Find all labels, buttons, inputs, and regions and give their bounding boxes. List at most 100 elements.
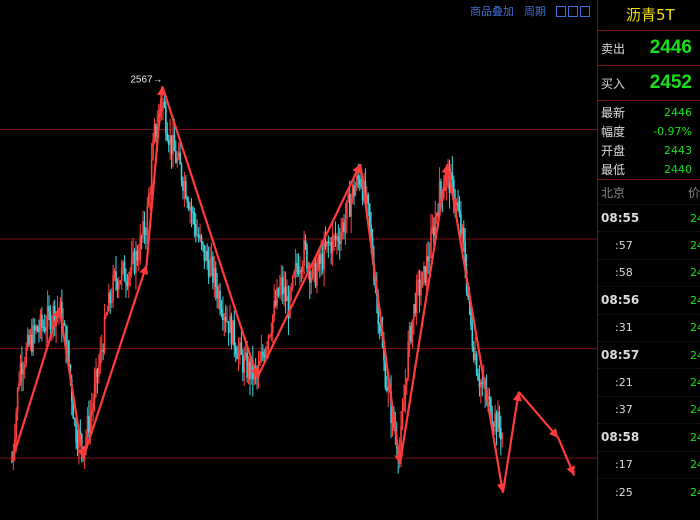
candle-body xyxy=(431,227,434,231)
candle-body xyxy=(172,134,174,155)
stat-value: 2443 xyxy=(664,144,692,157)
candle-body xyxy=(143,221,146,234)
candle-body xyxy=(367,194,370,205)
candle-body xyxy=(185,181,187,199)
tick-time: :31 xyxy=(615,321,633,335)
candle-body xyxy=(488,396,491,399)
stat-value: 2440 xyxy=(664,163,692,176)
candle-body xyxy=(110,300,113,303)
candle-body xyxy=(327,241,330,244)
candle-body xyxy=(338,241,341,244)
candle-body xyxy=(139,236,142,260)
instrument-title: 沥青5T xyxy=(598,0,700,31)
zigzag-segment xyxy=(517,391,560,439)
sell-price[interactable]: 2446 xyxy=(650,37,692,59)
candle-body xyxy=(348,194,351,217)
candle-body xyxy=(334,235,337,240)
tick-price: 24 xyxy=(690,211,700,225)
candle-body xyxy=(353,185,355,196)
candle-body xyxy=(314,263,317,286)
candle-body xyxy=(428,256,431,262)
candle-body xyxy=(43,327,46,332)
candle-body xyxy=(274,300,277,306)
candle-body xyxy=(49,310,52,330)
candle-body xyxy=(270,332,273,336)
price-column-header: 价 xyxy=(687,185,700,200)
candle-body xyxy=(411,319,414,342)
candle-body xyxy=(19,362,22,384)
candle-body xyxy=(425,256,428,283)
tick-price: 24 xyxy=(690,430,700,444)
zigzag-segment xyxy=(256,163,362,378)
tick-time: :58 xyxy=(615,266,633,280)
candle-body xyxy=(234,346,237,355)
candle-body xyxy=(261,351,264,355)
candle-body xyxy=(206,251,208,261)
candle-body xyxy=(242,354,244,373)
candle-body xyxy=(102,349,104,352)
candle-body xyxy=(354,186,357,196)
period-link[interactable]: 周期 xyxy=(524,3,546,19)
candle-body xyxy=(45,328,47,332)
stat-row: 幅度 -0.97% xyxy=(598,122,700,141)
candle-body xyxy=(99,350,102,366)
candle-body xyxy=(300,270,303,272)
candle-body xyxy=(145,233,147,235)
layout-three-icon[interactable] xyxy=(580,5,590,17)
candle-body xyxy=(294,262,297,272)
candle-body xyxy=(340,231,342,244)
candle-body xyxy=(108,292,110,312)
candle-body xyxy=(433,227,435,237)
price-chart[interactable]: 2567→ xyxy=(0,0,597,520)
buy-price[interactable]: 2452 xyxy=(650,72,692,94)
candle-body xyxy=(214,267,217,287)
candle-body xyxy=(146,206,149,235)
candle-body xyxy=(21,362,23,375)
tick-row: :25 24 xyxy=(598,477,700,505)
candle-body xyxy=(277,288,280,296)
candle-body xyxy=(219,290,221,310)
stats-block: 最新 2446 幅度 -0.97% 开盘 2443 最低 2440 xyxy=(598,101,700,180)
tick-price: 24 xyxy=(690,458,700,472)
zigzag-arrowhead xyxy=(139,265,149,275)
candle-body xyxy=(92,402,94,410)
candle-body xyxy=(311,268,314,278)
candle-body xyxy=(23,364,26,370)
candle-body xyxy=(152,140,154,160)
candle-body xyxy=(142,221,144,238)
tick-row: :58 24 xyxy=(598,258,700,286)
candle-body xyxy=(249,361,251,380)
candle-body xyxy=(321,253,324,270)
candle-body xyxy=(408,326,411,342)
candle-body xyxy=(90,409,93,416)
candle-body xyxy=(323,242,325,270)
candle-body xyxy=(236,354,238,359)
overlay-link[interactable]: 商品叠加 xyxy=(470,3,514,19)
candle-body xyxy=(187,202,190,210)
layout-one-icon[interactable] xyxy=(556,5,566,17)
tick-table-header: 北京 价 xyxy=(598,180,700,204)
candle-body xyxy=(33,325,36,331)
candle-body xyxy=(471,325,474,347)
candle-body xyxy=(301,265,304,272)
time-column-header: 北京 xyxy=(601,185,626,200)
sell-row: 卖出 2446 xyxy=(598,31,700,66)
stat-row: 开盘 2443 xyxy=(598,141,700,160)
zigzag-trend-line xyxy=(10,85,576,493)
candle-body xyxy=(293,271,295,277)
stat-value: 2446 xyxy=(664,106,692,119)
tick-table[interactable]: 08:55 24:57 24:58 24 08:56 24:31 24 08:57 24:21 2… xyxy=(598,204,700,505)
layout-two-icon[interactable] xyxy=(568,5,578,17)
candle-body xyxy=(212,256,214,283)
candle-body xyxy=(271,315,274,333)
candle-body xyxy=(501,434,504,440)
candle-body xyxy=(358,178,361,185)
layout-controls xyxy=(556,5,590,17)
candle-body xyxy=(149,192,151,195)
candle-body xyxy=(403,401,405,412)
tick-time: 08:57 xyxy=(601,348,640,363)
candle-body xyxy=(16,387,19,413)
candle-body xyxy=(497,411,499,432)
tick-price: 24 xyxy=(690,376,700,390)
candle-body xyxy=(162,101,164,110)
